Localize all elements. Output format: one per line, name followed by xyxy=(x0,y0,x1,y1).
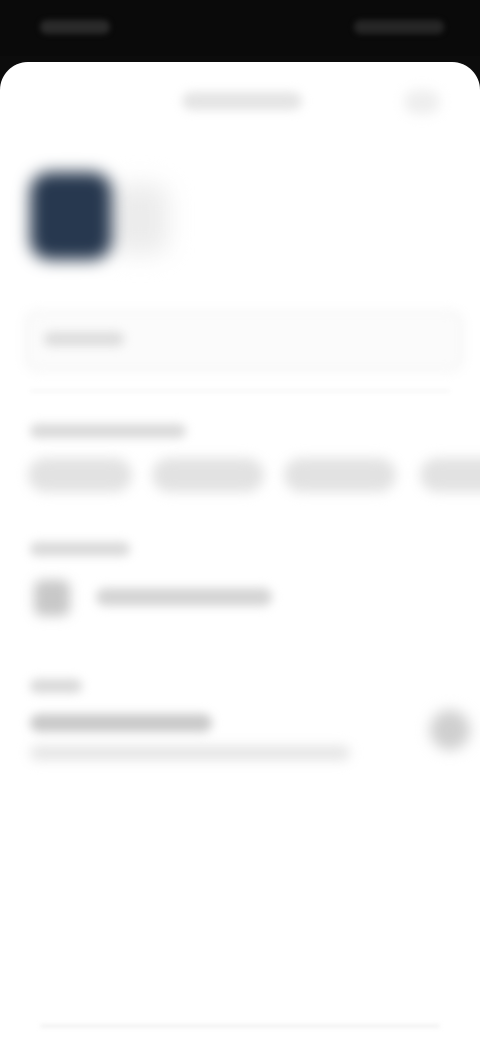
layout-option[interactable] xyxy=(96,588,272,606)
more-section-label xyxy=(30,679,82,693)
status-bar xyxy=(0,0,480,56)
divider xyxy=(30,390,450,392)
app-icon-shadow xyxy=(112,184,168,254)
bottom-sheet xyxy=(0,62,480,1040)
color-section-label xyxy=(30,424,186,438)
header-action-button[interactable] xyxy=(404,90,440,114)
status-bar-indicators xyxy=(354,20,444,34)
status-bar-time xyxy=(40,20,110,34)
app-icon[interactable] xyxy=(30,172,112,260)
layout-icon xyxy=(34,580,70,616)
color-chip[interactable] xyxy=(284,458,396,492)
sheet-header xyxy=(0,62,480,152)
color-chip[interactable] xyxy=(420,458,480,492)
color-chip[interactable] xyxy=(28,458,132,492)
color-chip[interactable] xyxy=(152,458,264,492)
toggle-switch[interactable] xyxy=(430,710,470,750)
toggle-subtitle xyxy=(30,746,350,760)
home-indicator xyxy=(40,1024,440,1028)
sheet-title xyxy=(182,92,302,110)
name-input-label xyxy=(44,332,124,346)
layout-section-label xyxy=(30,542,130,556)
toggle-title xyxy=(30,714,212,732)
